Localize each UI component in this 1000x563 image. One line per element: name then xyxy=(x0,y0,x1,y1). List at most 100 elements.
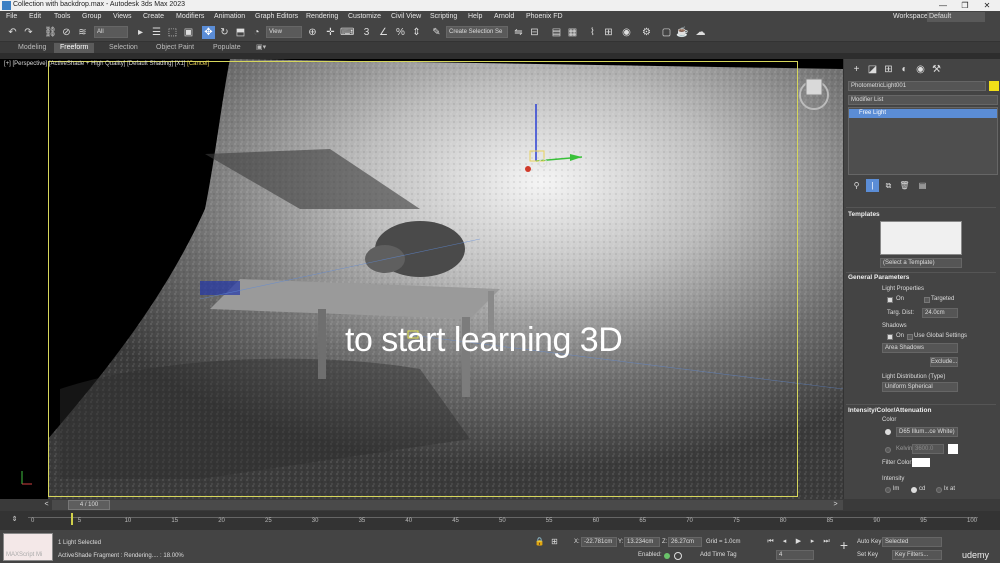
activeshade-cancel[interactable]: [Cancel] xyxy=(187,61,209,67)
place-icon[interactable]: ◔ xyxy=(250,26,263,39)
utilities-tab-icon[interactable]: ⚒ xyxy=(930,63,943,76)
viewport-shading-mode[interactable]: [ActiveShade + High Quality] xyxy=(49,61,126,67)
menu-customize[interactable]: Customize xyxy=(348,13,381,20)
time-slider-next-icon[interactable]: > xyxy=(829,499,842,510)
pivot-center-icon[interactable]: ⊕ xyxy=(306,26,319,39)
filter-color-swatch[interactable] xyxy=(912,458,930,467)
redo-icon[interactable]: ↷ xyxy=(22,26,35,39)
add-time-tag[interactable]: Add Time Tag xyxy=(700,552,737,558)
named-selection-dropdown[interactable]: Create Selection Se xyxy=(446,26,508,38)
set-keys-icon[interactable]: + xyxy=(836,537,852,553)
menu-phoenix-fd[interactable]: Phoenix FD xyxy=(526,13,563,20)
modify-tab-icon[interactable]: ◪ xyxy=(866,63,879,76)
menu-help[interactable]: Help xyxy=(468,13,482,20)
curve-editor-icon[interactable]: ⌇ xyxy=(586,26,599,39)
time-tag-icon[interactable] xyxy=(674,552,682,560)
menu-arnold[interactable]: Arnold xyxy=(494,13,514,20)
key-filters-button[interactable]: Key Filters... xyxy=(892,550,942,560)
light-distribution-dropdown[interactable]: Uniform Spherical xyxy=(882,382,958,392)
menu-animation[interactable]: Animation xyxy=(214,13,245,20)
hierarchy-tab-icon[interactable]: ⊞ xyxy=(882,63,895,76)
workspaces-dropdown[interactable]: Default xyxy=(927,12,985,22)
menu-civil-view[interactable]: Civil View xyxy=(391,13,421,20)
bind-space-warp-icon[interactable]: ≋ xyxy=(76,26,89,39)
target-distance-spinner[interactable]: 24.0cm xyxy=(922,308,958,318)
keyboard-shortcut-override-icon[interactable]: ⌨ xyxy=(340,26,354,39)
targeted-checkbox[interactable] xyxy=(924,297,930,303)
play-icon[interactable]: ▶ xyxy=(792,535,805,548)
shadow-type-dropdown[interactable]: Area Shadows xyxy=(882,343,958,353)
set-key-button[interactable]: Set Key xyxy=(857,552,878,558)
tab-selection[interactable]: Selection xyxy=(103,43,144,53)
material-editor-icon[interactable]: ◉ xyxy=(620,26,633,39)
link-icon[interactable]: ⛓ xyxy=(44,26,57,39)
rendered-frame-window-icon[interactable]: ▢ xyxy=(660,26,673,39)
select-rotate-icon[interactable]: ↻ xyxy=(218,26,231,39)
menu-file[interactable]: File xyxy=(6,13,17,20)
undo-icon[interactable]: ↶ xyxy=(6,26,19,39)
viewport-pov[interactable]: [Perspective] xyxy=(13,61,48,67)
maximize-button[interactable]: ❐ xyxy=(954,0,976,11)
go-to-end-icon[interactable]: ⏭ xyxy=(820,535,833,548)
object-color-swatch[interactable] xyxy=(989,81,999,91)
go-to-start-icon[interactable]: ⏮ xyxy=(764,535,777,548)
tab-populate[interactable]: Populate xyxy=(207,43,247,53)
kelvin-radio[interactable] xyxy=(885,447,891,453)
pin-stack-icon[interactable]: ⚲ xyxy=(850,179,863,192)
display-tab-icon[interactable]: ◉ xyxy=(914,63,927,76)
snaps-toggle-icon[interactable]: 3 xyxy=(360,26,373,39)
minimize-button[interactable]: — xyxy=(932,0,954,11)
menu-views[interactable]: Views xyxy=(113,13,132,20)
menu-modifiers[interactable]: Modifiers xyxy=(176,13,204,20)
window-crossing-icon[interactable]: ▣ xyxy=(182,26,195,39)
menu-scripting[interactable]: Scripting xyxy=(430,13,457,20)
menu-tools[interactable]: Tools xyxy=(54,13,70,20)
ribbon-options-icon[interactable]: ▣▾ xyxy=(250,43,272,53)
selection-filter-dropdown[interactable]: All xyxy=(94,26,128,38)
tab-modeling[interactable]: Modeling xyxy=(12,43,52,53)
x-coord-field[interactable]: -22.781cm xyxy=(581,537,617,547)
stack-item-free-light[interactable]: Free Light xyxy=(849,109,997,118)
unlink-icon[interactable]: ⊘ xyxy=(60,26,73,39)
mini-curve-editor-icon[interactable]: ⇕ xyxy=(8,513,21,526)
render-iterative-icon[interactable]: ☁ xyxy=(694,26,707,39)
make-unique-icon[interactable]: ⧉ xyxy=(882,179,895,192)
light-on-checkbox[interactable] xyxy=(887,297,893,303)
perspective-viewport[interactable]: [+] [Perspective] [ActiveShade + High Qu… xyxy=(0,59,843,499)
use-global-settings-checkbox[interactable] xyxy=(907,334,913,340)
track-bar[interactable]: ⇕ 0 5 10 15 20 25 30 35 40 45 50 55 60 65 70 75 80 85 90 95… xyxy=(0,511,1000,529)
previous-frame-icon[interactable]: ◂ xyxy=(778,535,791,548)
shadows-on-checkbox[interactable] xyxy=(887,334,893,340)
menu-graph-editors[interactable]: Graph Editors xyxy=(255,13,298,20)
create-tab-icon[interactable]: + xyxy=(850,63,863,76)
viewport-display[interactable]: [Default Shading] xyxy=(127,61,173,67)
menu-edit[interactable]: Edit xyxy=(29,13,41,20)
object-name-field[interactable]: PhotometricLight001 xyxy=(848,81,986,91)
rectangular-selection-icon[interactable]: ⬚ xyxy=(166,26,179,39)
time-slider-track[interactable]: 4 / 100 xyxy=(52,500,843,510)
select-move-icon[interactable]: ✥ xyxy=(202,26,215,39)
layer-explorer-icon[interactable]: ▤ xyxy=(550,26,563,39)
viewport-label[interactable]: [+] [Perspective] [ActiveShade + High Qu… xyxy=(4,61,209,67)
kelvin-spinner[interactable]: 3600.0 xyxy=(912,444,944,454)
close-button[interactable]: ✕ xyxy=(976,0,998,11)
candela-radio[interactable] xyxy=(911,487,917,493)
lux-radio[interactable] xyxy=(936,487,942,493)
viewport-menu-plus[interactable]: [+] xyxy=(4,61,11,67)
kelvin-color-swatch[interactable] xyxy=(948,444,958,454)
lock-selection-icon[interactable]: 🔒 xyxy=(533,535,546,548)
key-mode-dropdown[interactable]: Selected xyxy=(882,537,942,547)
z-coord-field[interactable]: 26.27cm xyxy=(668,537,702,547)
reference-coordinate-dropdown[interactable]: View xyxy=(266,26,302,38)
auto-key-button[interactable]: Auto Key xyxy=(857,539,881,545)
percent-snap-icon[interactable]: % xyxy=(394,26,407,39)
spinner-snap-icon[interactable]: ⇕ xyxy=(410,26,423,39)
maxscript-listener[interactable]: MAXScript Mi xyxy=(3,533,53,561)
toggle-ribbon-icon[interactable]: ▦ xyxy=(566,26,579,39)
edit-named-selection-icon[interactable]: ✎ xyxy=(430,26,443,39)
exclude-button[interactable]: Exclude... xyxy=(930,357,958,367)
menu-rendering[interactable]: Rendering xyxy=(306,13,338,20)
tab-object-paint[interactable]: Object Paint xyxy=(150,43,200,53)
y-coord-field[interactable]: 13.234cm xyxy=(624,537,660,547)
select-by-name-icon[interactable]: ☰ xyxy=(150,26,163,39)
